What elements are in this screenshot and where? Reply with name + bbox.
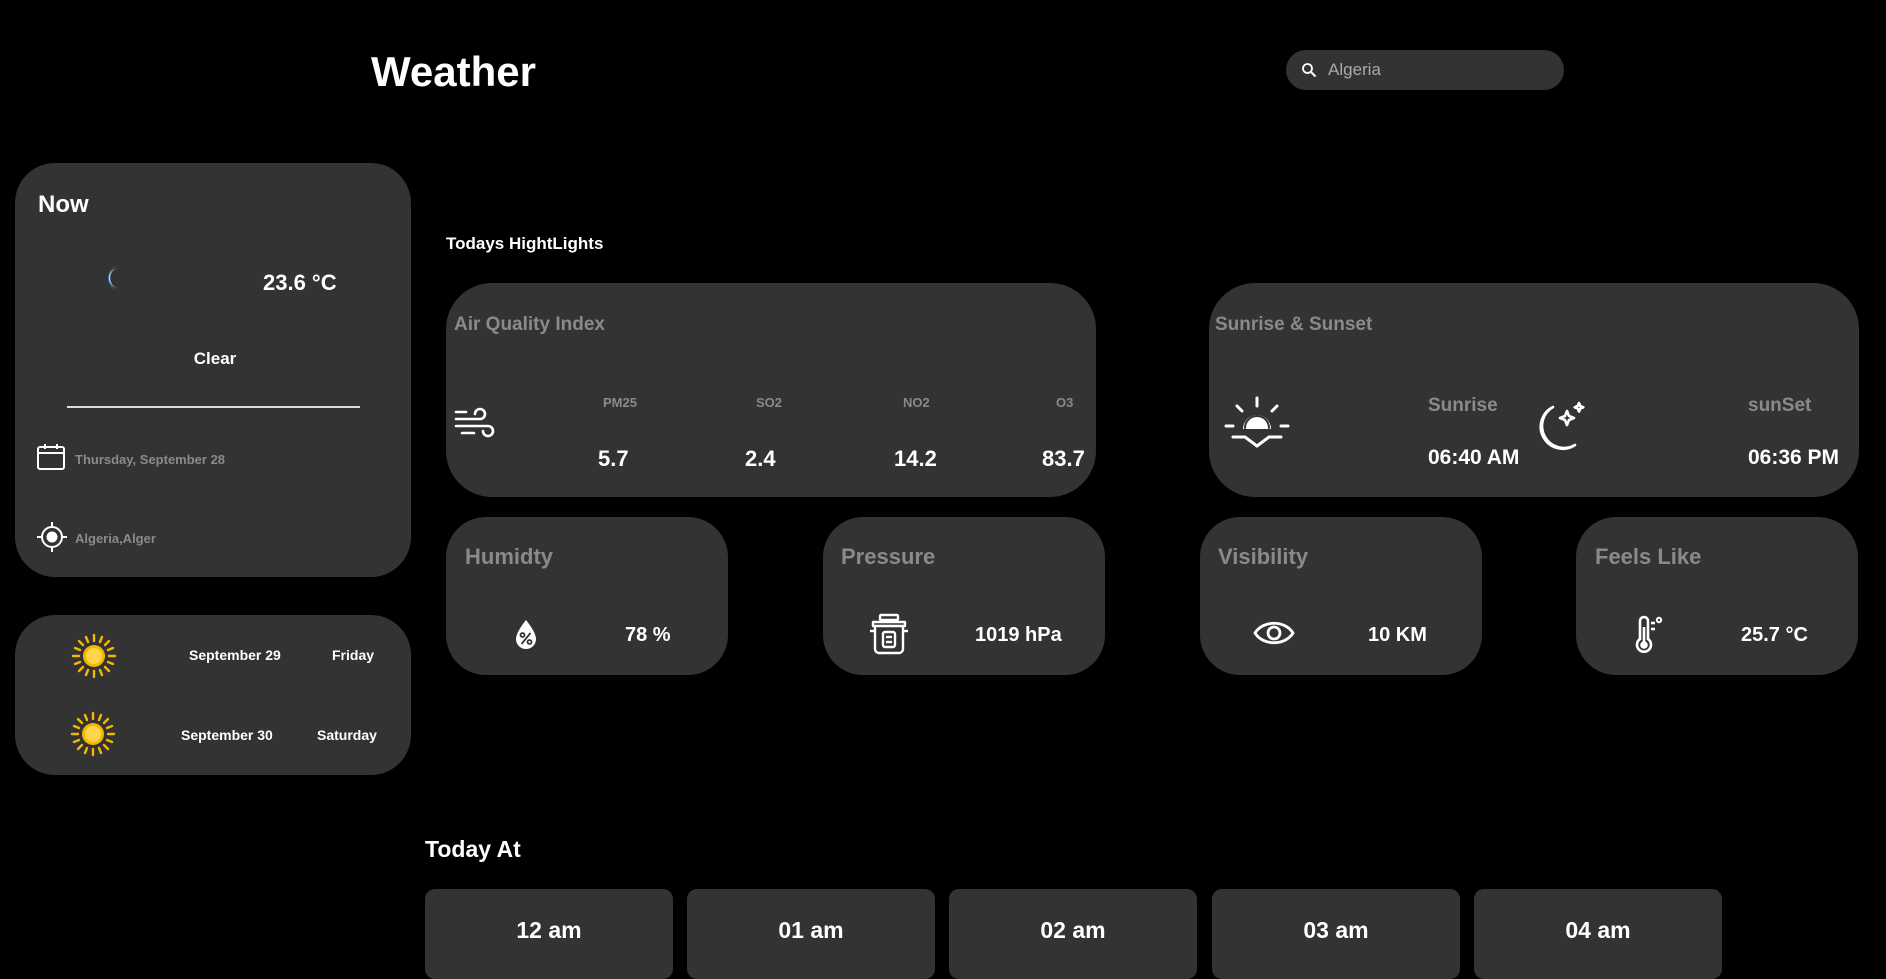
weather-condition: Clear <box>193 349 237 368</box>
current-temperature: 23.6 °C <box>263 270 337 295</box>
feels-like-title: Feels Like <box>1595 544 1702 569</box>
pressure-card: Pressure 1019 hPa <box>823 517 1105 675</box>
search-input[interactable] <box>1328 50 1548 90</box>
now-heading: Now <box>38 191 89 218</box>
sunrise-sunset-card: Sunrise & Sunset Sunrise 06:40 AM sunSet… <box>1209 283 1859 497</box>
hour-label: 02 am <box>1040 917 1106 943</box>
pressure-cooker-icon <box>869 613 909 655</box>
sunrise-icon <box>1223 395 1291 451</box>
aqi-value: 2.4 <box>745 446 776 471</box>
current-weather-card: Now 23.6 °C Clear Thursday, September 28… <box>15 163 411 577</box>
search-bar[interactable] <box>1286 50 1564 90</box>
wind-icon <box>454 407 496 441</box>
humidity-value: 78 % <box>625 624 671 646</box>
forecast-date: September 29 <box>189 647 281 663</box>
humidity-card: Humidty 78 % <box>446 517 728 675</box>
visibility-title: Visibility <box>1218 544 1309 569</box>
aqi-label: NO2 <box>903 395 930 410</box>
today-at-heading: Today At <box>425 836 521 862</box>
forecast-card: September 29 Friday September 30 Saturda… <box>15 615 411 775</box>
divider <box>67 406 360 408</box>
current-location: Algeria,Alger <box>75 531 156 546</box>
hour-label: 03 am <box>1303 917 1369 943</box>
current-date: Thursday, September 28 <box>75 452 226 467</box>
aqi-value: 83.7 <box>1042 446 1085 471</box>
sunrise-time: 06:40 AM <box>1428 446 1520 469</box>
aqi-label: SO2 <box>756 395 783 410</box>
forecast-row: September 29 Friday <box>15 615 411 695</box>
aqi-value: 5.7 <box>598 446 629 471</box>
sunset-label: sunSet <box>1748 395 1812 416</box>
hour-card[interactable]: 04 am <box>1474 889 1722 979</box>
app-title: Weather <box>371 48 536 95</box>
pressure-value: 1019 hPa <box>975 624 1062 646</box>
forecast-date: September 30 <box>181 727 273 743</box>
hour-card[interactable]: 12 am <box>425 889 673 979</box>
sunset-time: 06:36 PM <box>1748 446 1840 469</box>
feels-like-card: Feels Like 25.7 °C <box>1576 517 1858 675</box>
eye-icon <box>1253 618 1295 648</box>
humidity-title: Humidty <box>465 544 553 569</box>
hour-card[interactable]: 02 am <box>949 889 1197 979</box>
highlights-heading: Todays HightLights <box>446 234 604 253</box>
hour-card[interactable]: 03 am <box>1212 889 1460 979</box>
forecast-day: Friday <box>332 647 375 663</box>
aqi-value: 14.2 <box>894 446 937 471</box>
air-quality-card: Air Quality Index PM25 5.7 SO2 2.4 NO2 1… <box>446 283 1096 497</box>
moon-stars-icon <box>1531 401 1587 459</box>
crescent-moon-icon <box>99 261 133 295</box>
sun-icon <box>70 711 116 757</box>
pressure-title: Pressure <box>841 544 936 569</box>
air-quality-title: Air Quality Index <box>454 314 605 335</box>
hour-label: 04 am <box>1565 917 1631 943</box>
thermometer-icon <box>1634 615 1664 653</box>
forecast-day: Saturday <box>317 727 377 743</box>
sunrise-label: Sunrise <box>1428 395 1498 416</box>
calendar-icon <box>36 442 66 472</box>
sun-card-title: Sunrise & Sunset <box>1215 314 1373 335</box>
visibility-value: 10 KM <box>1368 624 1427 646</box>
visibility-card: Visibility 10 KM <box>1200 517 1482 675</box>
hour-label: 12 am <box>516 917 582 943</box>
aqi-label: O3 <box>1056 395 1074 410</box>
aqi-label: PM25 <box>603 395 637 410</box>
forecast-row: September 30 Saturday <box>15 695 411 775</box>
hour-card[interactable]: 01 am <box>687 889 935 979</box>
hour-label: 01 am <box>778 917 844 943</box>
sun-icon <box>71 633 117 679</box>
location-icon <box>36 521 68 553</box>
search-icon <box>1301 62 1317 78</box>
feels-like-value: 25.7 °C <box>1741 624 1808 646</box>
humidity-icon <box>513 618 539 650</box>
